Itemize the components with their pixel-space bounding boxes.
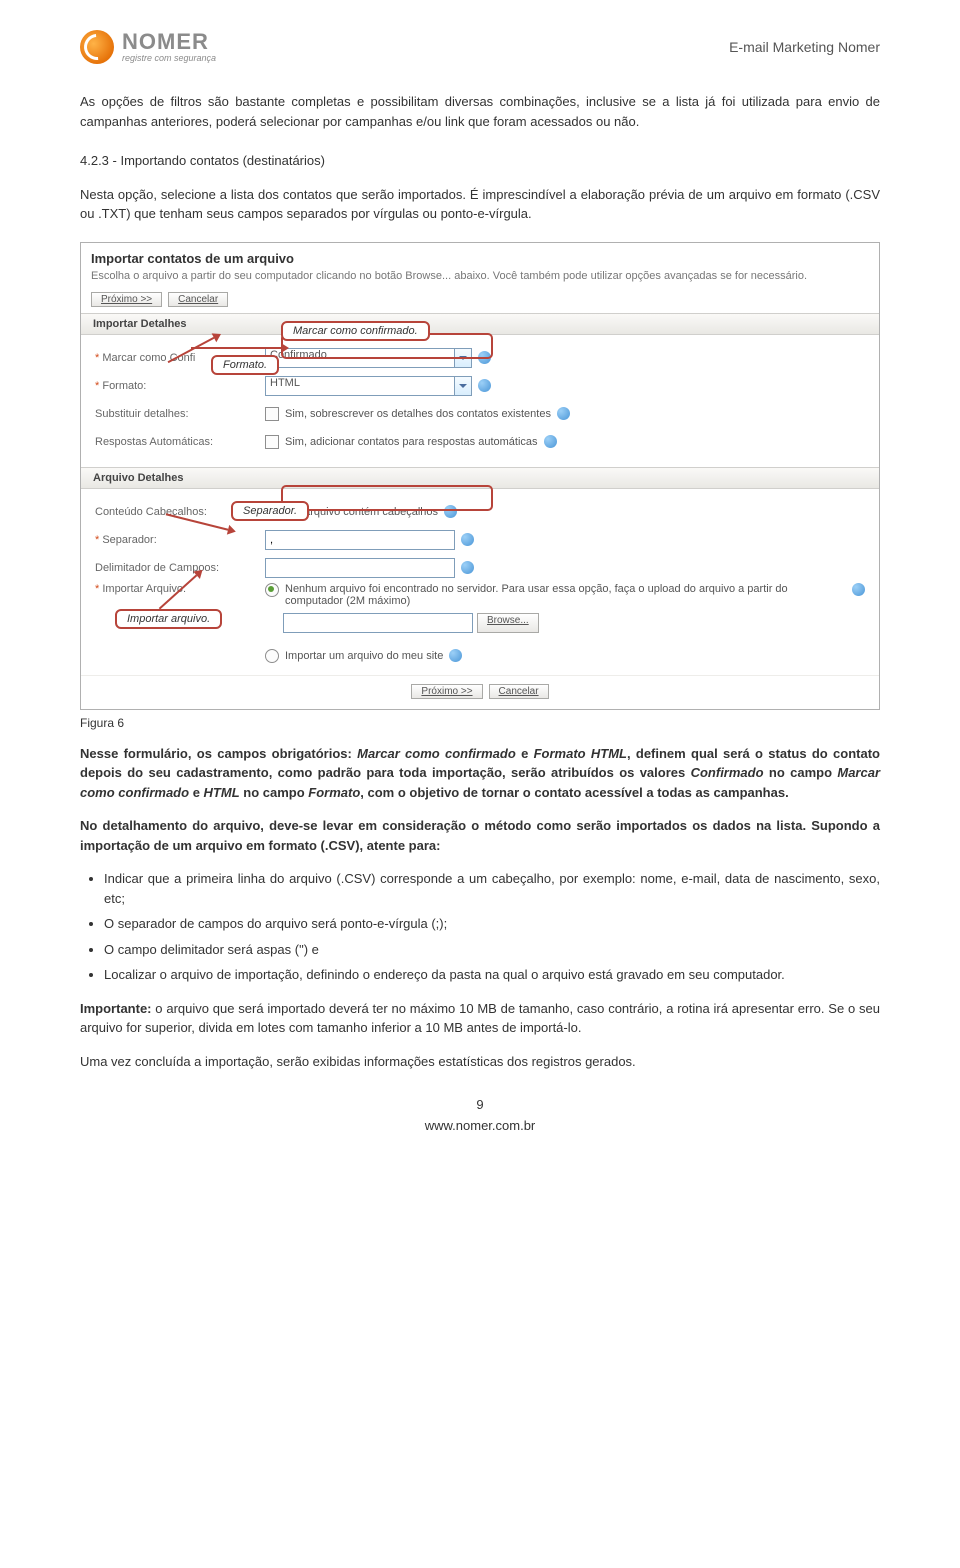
callout-separador: Separador. xyxy=(231,501,309,521)
cancel-button-top[interactable]: Cancelar xyxy=(168,292,228,307)
footer-url: www.nomer.com.br xyxy=(80,1118,880,1133)
page-number: 9 xyxy=(80,1097,880,1112)
figure-label: Figura 6 xyxy=(80,716,880,730)
help-icon[interactable] xyxy=(544,435,557,448)
help-icon[interactable] xyxy=(461,533,474,546)
paragraph-intro: As opções de filtros são bastante comple… xyxy=(80,92,880,131)
paragraph-important: Importante: o arquivo que será importado… xyxy=(80,999,880,1038)
next-button-top[interactable]: Próximo >> xyxy=(91,292,162,307)
select-formato[interactable]: HTML xyxy=(265,376,455,396)
checkbox-subst-label: Sim, sobrescrever os detalhes dos contat… xyxy=(285,408,551,420)
radio-import-site[interactable] xyxy=(265,649,279,663)
logo-name: NOMER xyxy=(122,31,216,53)
section-importar-detalhes: Importar Detalhes xyxy=(81,313,879,335)
arrow-line xyxy=(191,347,281,349)
document-header: NOMER registre com segurança E-mail Mark… xyxy=(80,30,880,64)
bullet-item: Indicar que a primeira linha do arquivo … xyxy=(104,869,880,908)
label-substituir: Substituir detalhes: xyxy=(95,408,265,420)
help-icon[interactable] xyxy=(478,379,491,392)
help-icon[interactable] xyxy=(449,649,462,662)
bullet-item: Localizar o arquivo de importação, defin… xyxy=(104,965,880,985)
checkbox-resp-label: Sim, adicionar contatos para respostas a… xyxy=(285,436,538,448)
chevron-down-icon[interactable] xyxy=(455,376,472,396)
checkbox-substituir[interactable] xyxy=(265,407,279,421)
paragraph-importing: Nesta opção, selecione a lista dos conta… xyxy=(80,185,880,224)
label-respostas: Respostas Automáticas: xyxy=(95,436,265,448)
doc-title: E-mail Marketing Nomer xyxy=(729,39,880,55)
help-icon[interactable] xyxy=(852,583,865,596)
ss-desc: Escolha o arquivo a partir do seu comput… xyxy=(81,270,879,292)
cancel-button-bottom[interactable]: Cancelar xyxy=(489,684,549,699)
callout-marcar-confirmado: Marcar como confirmado. xyxy=(281,321,430,341)
checkbox-respostas[interactable] xyxy=(265,435,279,449)
bullet-item: O separador de campos do arquivo será po… xyxy=(104,914,880,934)
highlight-cabecalhos xyxy=(281,485,493,511)
label-formato: * Formato: xyxy=(95,380,265,392)
paragraph-form-fields: Nesse formulário, os campos obrigatórios… xyxy=(80,744,880,803)
next-button-bottom[interactable]: Próximo >> xyxy=(411,684,482,699)
logo: NOMER registre com segurança xyxy=(80,30,216,64)
section-heading: 4.2.3 - Importando contatos (destinatári… xyxy=(80,151,880,171)
label-separador: * Separador: xyxy=(95,534,265,546)
logo-swirl-icon xyxy=(80,30,114,64)
radio-upload-label: Nenhum arquivo foi encontrado no servido… xyxy=(285,583,846,607)
input-delimitador[interactable] xyxy=(265,558,455,578)
logo-tagline: registre com segurança xyxy=(122,53,216,63)
browse-button[interactable]: Browse... xyxy=(477,613,539,633)
paragraph-file-detail: No detalhamento do arquivo, deve-se leva… xyxy=(80,816,880,855)
callout-formato: Formato. xyxy=(211,355,279,375)
radio-upload-computer[interactable] xyxy=(265,583,279,597)
paragraph-conclusion: Uma vez concluída a importação, serão ex… xyxy=(80,1052,880,1072)
callout-importar-arquivo: Importar arquivo. xyxy=(115,609,222,629)
help-icon[interactable] xyxy=(461,561,474,574)
import-contacts-screenshot: Importar contatos de um arquivo Escolha … xyxy=(80,242,880,710)
bullet-list: Indicar que a primeira linha do arquivo … xyxy=(104,869,880,985)
radio-import-site-label: Importar um arquivo do meu site xyxy=(285,650,443,662)
help-icon[interactable] xyxy=(557,407,570,420)
bullet-item: O campo delimitador será aspas (") e xyxy=(104,940,880,960)
input-separador[interactable] xyxy=(265,530,455,550)
label-delimitador: Delimitador de Campoos: xyxy=(95,562,265,574)
ss-title: Importar contatos de um arquivo xyxy=(81,243,879,270)
input-file-path[interactable] xyxy=(283,613,473,633)
